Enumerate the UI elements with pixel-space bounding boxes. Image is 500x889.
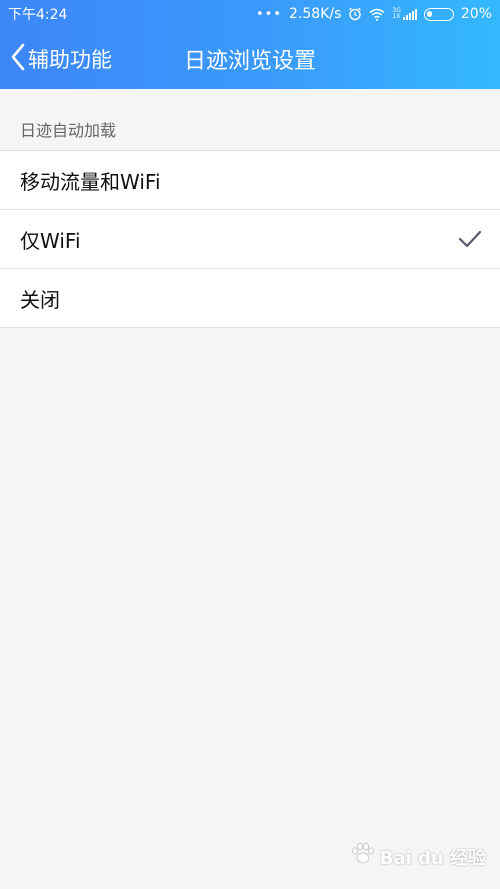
option-off[interactable]: 关闭 [0,269,500,328]
signal-label-1x: 1X [392,13,401,20]
nav-bar: 辅助功能 日迹浏览设置 [0,28,500,89]
options-list: 移动流量和WiFi 仅WiFi 关闭 [0,150,500,328]
app-header: 下午4:24 ••• 2.58K/s 3G 1X 20% 辅助功能 日迹浏览设置 [0,0,500,89]
checkmark-icon [458,230,482,248]
status-bar: 下午4:24 ••• 2.58K/s 3G 1X 20% [0,0,500,28]
page-title-text: 日迹浏览设置 [183,48,316,74]
option-label: 仅WiFi [20,228,81,253]
baidu-jingyan-watermark: Bai du 经验 [350,842,486,871]
page-title: 日迹浏览设置 [0,28,500,89]
option-label: 移动流量和WiFi [20,169,161,194]
notification-dots: ••• [256,6,283,22]
watermark-text: Bai du 经验 [379,847,486,869]
battery-fill [426,10,432,17]
option-wifi-only[interactable]: 仅WiFi [0,210,500,269]
status-time: 下午4:24 [8,7,68,23]
alarm-icon [348,7,362,21]
wifi-icon [369,8,385,21]
battery-icon [423,7,454,21]
status-icons: ••• 2.58K/s 3G 1X 20% [256,6,492,22]
option-label: 关闭 [20,287,60,312]
paw-logo-icon [350,842,376,871]
signal-icon: 3G 1X [392,8,417,20]
network-speed: 2.58K/s [289,6,342,22]
section-header: 日迹自动加载 [20,121,117,140]
battery-percent: 20% [460,6,492,22]
option-mobile-data-and-wifi[interactable]: 移动流量和WiFi [0,151,500,210]
